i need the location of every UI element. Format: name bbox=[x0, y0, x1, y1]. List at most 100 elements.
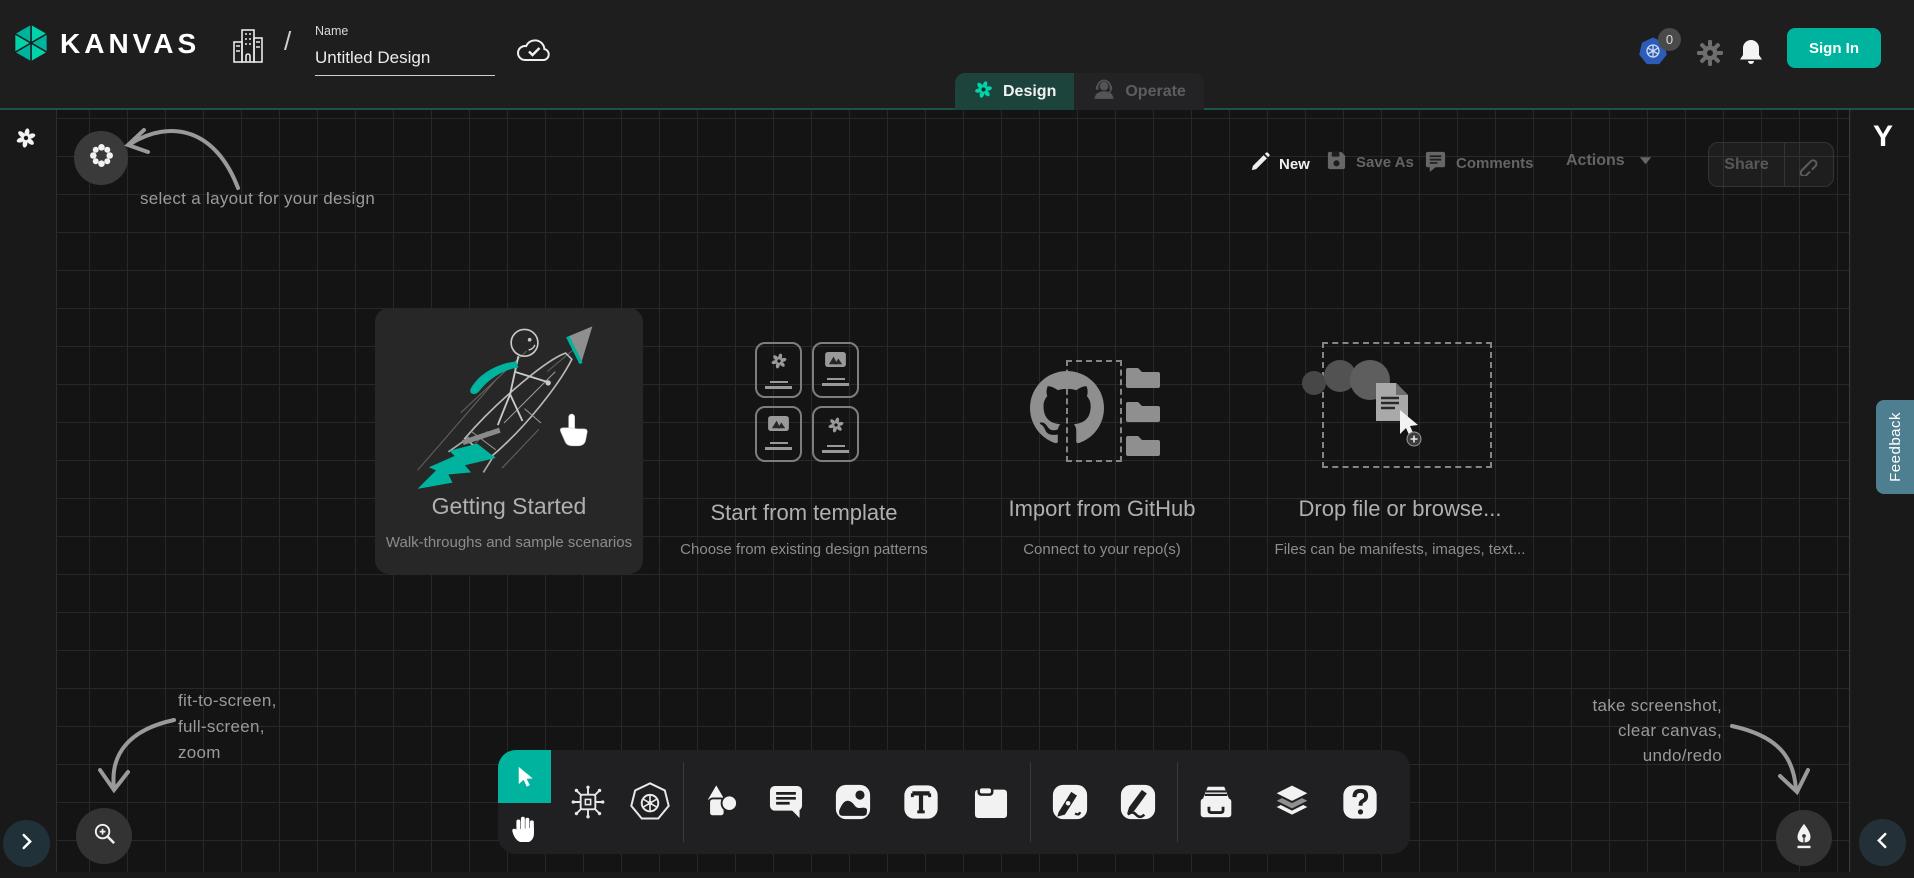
new-design-button[interactable]: New bbox=[1250, 152, 1310, 176]
template-title: Start from template bbox=[674, 500, 934, 526]
design-name-label: Name bbox=[315, 24, 348, 38]
sign-in-button[interactable]: Sign In bbox=[1787, 28, 1881, 68]
template-subtitle: Choose from existing design patterns bbox=[662, 541, 946, 558]
template-tile bbox=[812, 342, 859, 398]
zoom-hint-arrow bbox=[88, 700, 178, 805]
template-tile bbox=[755, 406, 802, 462]
help-tool[interactable] bbox=[1342, 784, 1379, 821]
spiral-template-icon bbox=[826, 415, 846, 440]
template-tile bbox=[812, 406, 859, 462]
caret-down-icon bbox=[1639, 152, 1652, 170]
kubernetes-tool[interactable] bbox=[628, 780, 672, 824]
screenshot-hint-line2: clear canvas, bbox=[1512, 718, 1722, 743]
pen-nib-icon bbox=[1791, 822, 1817, 855]
comments-label: Comments bbox=[1456, 155, 1534, 172]
document-drop-icon bbox=[1300, 358, 1430, 450]
image-template-icon bbox=[824, 351, 847, 373]
kubernetes-context-button[interactable]: 0 bbox=[1638, 28, 1688, 68]
chevron-left-icon bbox=[1876, 832, 1889, 854]
hand-pointer-cursor-icon bbox=[557, 412, 591, 455]
actions-label: Actions bbox=[1566, 152, 1625, 170]
tab-design[interactable]: Design bbox=[955, 73, 1074, 110]
share-link-icon bbox=[1785, 154, 1833, 176]
design-tools-toolbar bbox=[498, 750, 1410, 854]
toolbar-divider bbox=[1030, 762, 1031, 842]
getting-started-title: Getting Started bbox=[375, 493, 643, 520]
layers-tool[interactable] bbox=[1272, 783, 1312, 821]
github-subtitle: Connect to your repo(s) bbox=[972, 541, 1232, 558]
settings-gear-icon[interactable] bbox=[1696, 39, 1724, 67]
pan-hand-icon bbox=[511, 814, 538, 843]
toolbar-divider bbox=[683, 762, 684, 842]
comments-bubble-icon bbox=[1424, 150, 1447, 177]
kanvas-logo-icon bbox=[10, 22, 52, 64]
note-tool[interactable] bbox=[973, 784, 1010, 821]
drop-file-subtitle: Files can be manifests, images, text... bbox=[1264, 541, 1536, 558]
operate-headset-icon bbox=[1092, 78, 1116, 106]
image-tool[interactable] bbox=[834, 783, 872, 821]
tab-operate-label: Operate bbox=[1125, 83, 1185, 101]
share-button[interactable]: Share bbox=[1708, 142, 1834, 187]
drawer-import-tool[interactable] bbox=[1196, 784, 1236, 820]
left-sidebar-rail bbox=[0, 110, 57, 872]
tab-operate[interactable]: Operate bbox=[1074, 73, 1203, 110]
drop-file-title: Drop file or browse... bbox=[1270, 496, 1530, 522]
github-title: Import from GitHub bbox=[972, 496, 1232, 522]
tab-design-label: Design bbox=[1003, 83, 1056, 101]
github-octocat-icon bbox=[1030, 371, 1104, 450]
new-label: New bbox=[1279, 156, 1310, 173]
save-floppy-icon bbox=[1326, 150, 1347, 175]
screenshot-hint-arrow bbox=[1728, 712, 1818, 807]
breadcrumb-separator: / bbox=[284, 26, 291, 57]
canvas-actions-button[interactable] bbox=[1776, 810, 1832, 866]
actions-dropdown[interactable]: Actions bbox=[1566, 152, 1652, 170]
spiral-template-icon bbox=[769, 351, 789, 376]
getting-started-subtitle: Walk-throughs and sample scenarios bbox=[362, 534, 656, 551]
template-tile bbox=[755, 342, 802, 398]
screenshot-hint-line1: take screenshot, bbox=[1512, 693, 1722, 718]
zoom-magnifier-icon bbox=[92, 821, 117, 851]
pan-tool-button[interactable] bbox=[498, 803, 551, 854]
organization-building-icon[interactable] bbox=[230, 26, 266, 66]
zoom-hint-line3: zoom bbox=[178, 740, 221, 765]
zoom-hint-line1: fit-to-screen, bbox=[178, 688, 277, 713]
text-tool[interactable] bbox=[903, 784, 940, 821]
layout-hint-text: select a layout for your design bbox=[140, 186, 375, 211]
toolbar-divider bbox=[1177, 762, 1178, 842]
feedback-tab[interactable]: Feedback bbox=[1876, 400, 1914, 494]
rocket-sketch-illustration bbox=[401, 314, 611, 494]
save-as-label: Save As bbox=[1356, 154, 1414, 171]
expand-left-panel-button[interactable] bbox=[3, 820, 50, 867]
brand-wordmark: KANVAS bbox=[60, 28, 200, 60]
design-spiral-icon bbox=[973, 79, 994, 105]
zoom-controls-button[interactable] bbox=[76, 808, 132, 864]
pen-tool[interactable] bbox=[1051, 783, 1089, 821]
shapes-tool[interactable] bbox=[702, 783, 740, 821]
comment-tool[interactable] bbox=[768, 784, 805, 821]
share-label: Share bbox=[1709, 156, 1784, 174]
comments-button[interactable]: Comments bbox=[1424, 150, 1534, 177]
feedback-label: Feedback bbox=[1887, 412, 1904, 482]
repo-folders-icon bbox=[1124, 364, 1164, 469]
collapse-right-panel-button[interactable] bbox=[1859, 819, 1906, 866]
components-circuit-tool[interactable] bbox=[567, 781, 609, 823]
design-name-input[interactable]: Untitled Design bbox=[315, 44, 495, 76]
layout-flower-icon bbox=[88, 142, 115, 174]
bottom-strip bbox=[0, 872, 1914, 878]
select-cursor-icon bbox=[513, 765, 536, 788]
kanvas-app: KANVAS / Name Untitled Design bbox=[0, 0, 1914, 878]
pencil-new-icon bbox=[1250, 152, 1270, 176]
kubernetes-count-badge: 0 bbox=[1658, 28, 1681, 51]
meshery-spiral-icon[interactable] bbox=[14, 126, 38, 150]
zoom-hint-line2: full-screen, bbox=[178, 714, 265, 739]
chevron-right-icon bbox=[20, 833, 33, 855]
save-as-button[interactable]: Save As bbox=[1326, 150, 1414, 175]
mode-tabs: Design Operate bbox=[955, 73, 1204, 110]
image-template-icon bbox=[767, 415, 790, 437]
select-tool-button[interactable] bbox=[498, 750, 551, 803]
notifications-bell-icon[interactable] bbox=[1738, 38, 1764, 66]
cloud-saved-status-icon bbox=[515, 36, 553, 68]
screenshot-hint-line3: undo/redo bbox=[1512, 743, 1722, 768]
freehand-draw-tool[interactable] bbox=[1119, 783, 1157, 821]
layer5-y-logo: Y bbox=[1866, 120, 1900, 156]
